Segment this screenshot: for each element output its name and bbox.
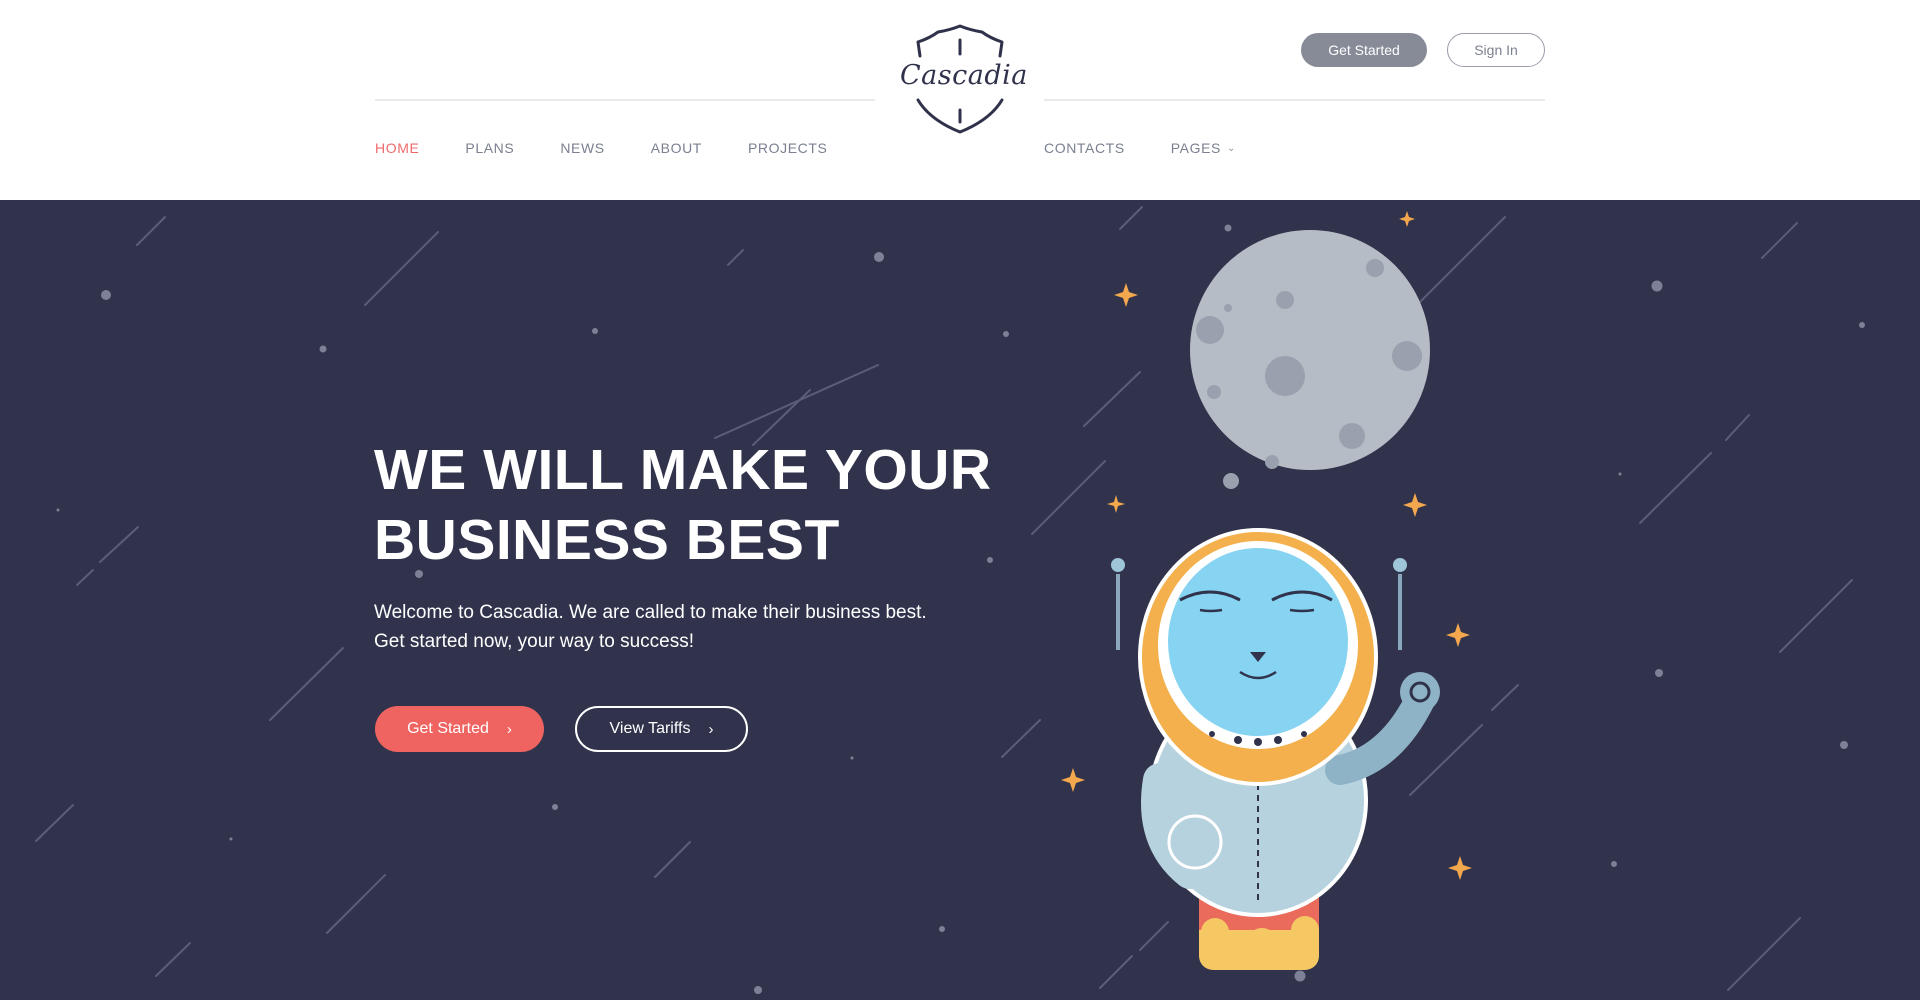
- hero-get-started-button[interactable]: Get Started ›: [375, 706, 544, 752]
- nav-item-pages-label: PAGES: [1170, 140, 1221, 156]
- hero-title: WE WILL MAKE YOUR BUSINESS BEST: [374, 435, 1014, 575]
- hero-subtitle-line-1: Welcome to Cascadia. We are called to ma…: [374, 602, 927, 623]
- view-tariffs-label: View Tariffs: [609, 720, 691, 737]
- logo[interactable]: Cascadia: [900, 24, 1028, 136]
- hero-subtitle: Welcome to Cascadia. We are called to ma…: [374, 598, 1014, 656]
- logo-wordmark: Cascadia: [900, 60, 1028, 91]
- header-divider-right: [1044, 99, 1545, 101]
- header-get-started-button[interactable]: Get Started: [1301, 33, 1427, 67]
- site-header: Cascadia HOME PLANS NEWS ABOUT PROJECTS …: [0, 0, 1920, 200]
- chevron-right-icon: ›: [708, 720, 714, 738]
- hero-title-line-1: WE WILL MAKE YOUR: [374, 438, 992, 502]
- nav-item-pages[interactable]: PAGES ⌄: [1171, 140, 1236, 156]
- nav-item-news[interactable]: NEWS: [560, 140, 604, 156]
- view-tariffs-button[interactable]: View Tariffs ›: [575, 706, 748, 752]
- chevron-right-icon: ›: [506, 720, 512, 738]
- nav-item-plans[interactable]: PLANS: [465, 140, 514, 156]
- chevron-down-icon: ⌄: [1226, 142, 1236, 154]
- header-divider-left: [375, 99, 875, 101]
- helmet-icon: [1138, 528, 1378, 786]
- moon-icon: [1190, 230, 1430, 489]
- nav-item-home[interactable]: HOME: [375, 140, 419, 156]
- nav-item-about[interactable]: ABOUT: [651, 140, 702, 156]
- main-nav-left: HOME PLANS NEWS ABOUT PROJECTS: [375, 140, 827, 156]
- hero-title-line-2: BUSINESS BEST: [374, 508, 840, 572]
- nav-item-contacts[interactable]: CONTACTS: [1044, 140, 1125, 156]
- main-nav-right: CONTACTS PAGES ⌄: [1044, 140, 1236, 156]
- sign-in-button[interactable]: Sign In: [1447, 33, 1545, 67]
- astronaut-cat-illustration: [1061, 211, 1472, 970]
- nav-item-projects[interactable]: PROJECTS: [748, 140, 827, 156]
- hero-section: WE WILL MAKE YOUR BUSINESS BEST Welcome …: [0, 200, 1920, 1000]
- hero-subtitle-line-2: Get started now, your way to success!: [374, 631, 694, 652]
- hero-get-started-label: Get Started: [407, 720, 489, 737]
